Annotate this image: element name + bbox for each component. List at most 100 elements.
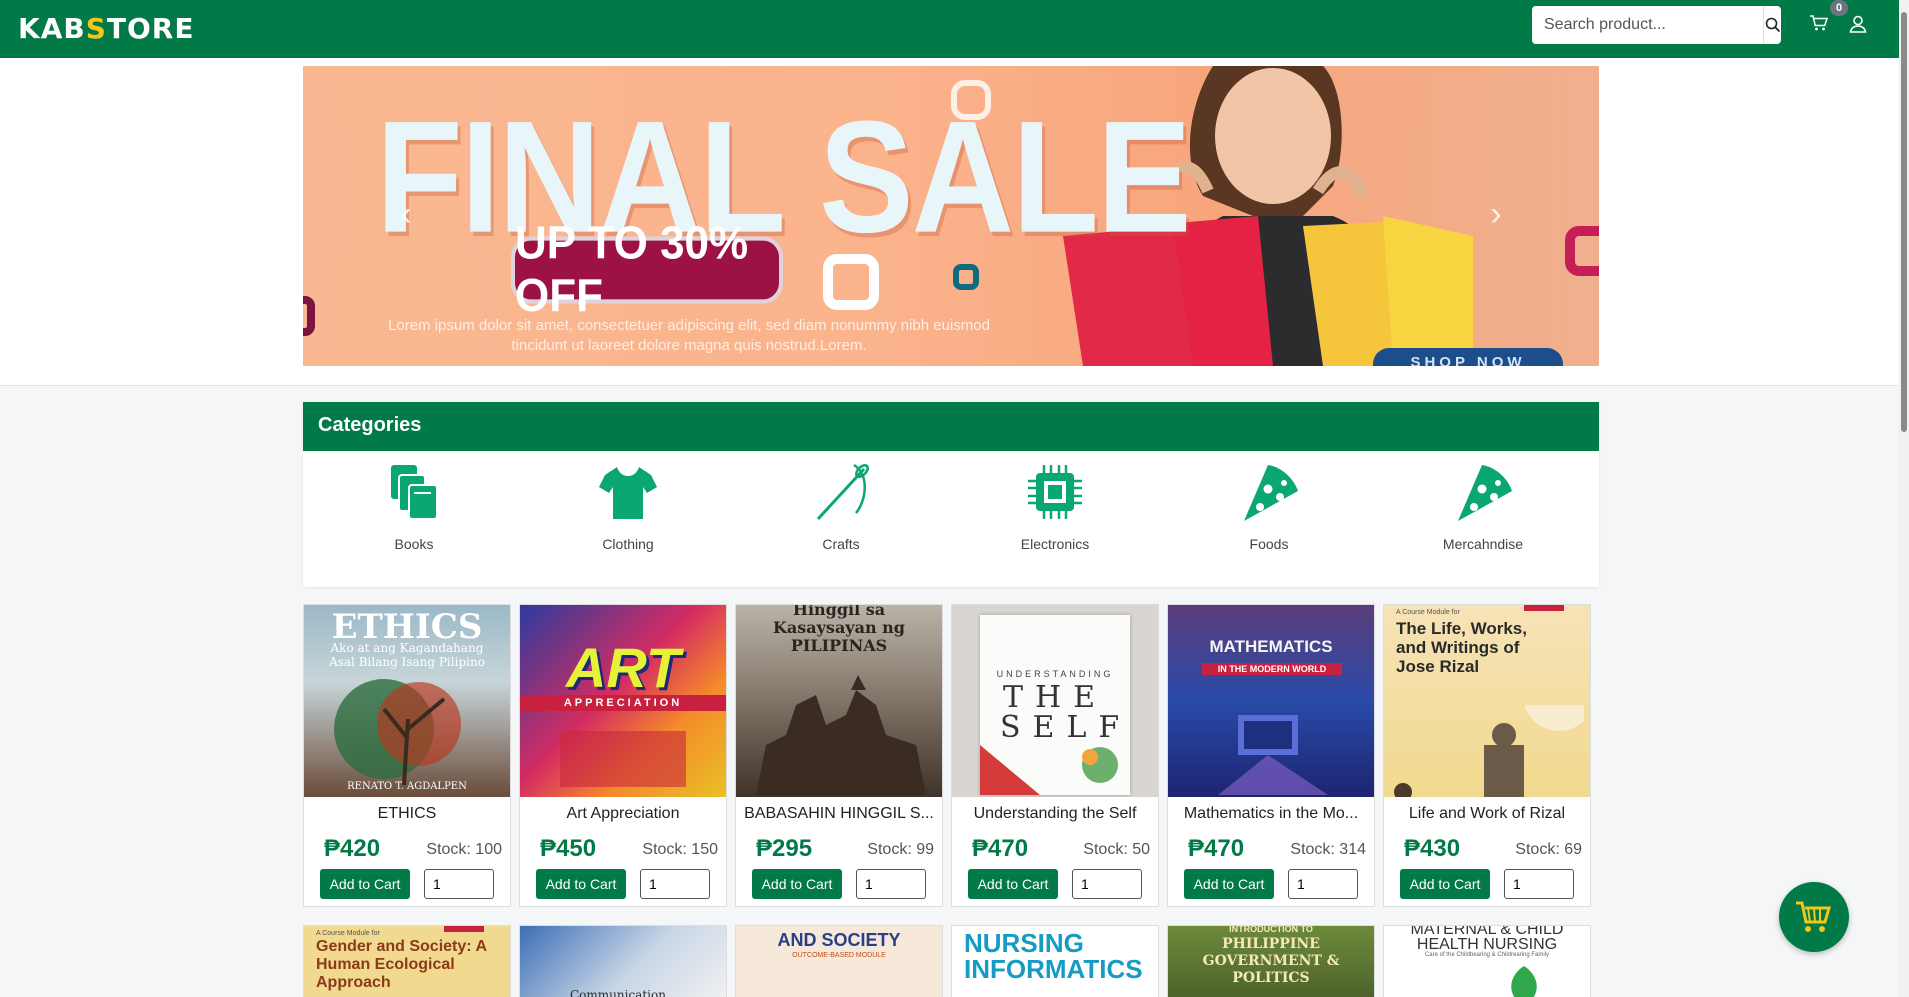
cover-art bbox=[756, 675, 926, 795]
product-cover-image[interactable]: Communication bbox=[520, 926, 726, 997]
category-clothing[interactable]: Clothing bbox=[558, 461, 698, 552]
chevron-left-icon: ‹ bbox=[400, 194, 412, 233]
product-card: MATERNAL & CHILD HEALTH NURSING Care of … bbox=[1383, 925, 1591, 997]
product-name[interactable]: BABASAHIN HINGGIL S... bbox=[740, 805, 938, 823]
cover-title: NURSING INFORMATICS bbox=[964, 928, 1143, 984]
quantity-input[interactable] bbox=[1504, 869, 1574, 899]
category-label: Crafts bbox=[822, 536, 860, 552]
add-to-cart-button[interactable]: Add to Cart bbox=[320, 869, 410, 899]
product-name[interactable]: Art Appreciation bbox=[524, 805, 722, 823]
categories-title: Categories bbox=[303, 402, 1599, 451]
page-scrollbar[interactable] bbox=[1899, 0, 1909, 997]
product-cover-image[interactable]: UNDERSTANDING THE SELF bbox=[952, 605, 1158, 797]
category-electronics[interactable]: Electronics bbox=[985, 461, 1125, 552]
product-price: ₱470 bbox=[972, 835, 1029, 862]
product-stock: Stock: 314 bbox=[1290, 841, 1366, 858]
cover-title: MATHEMATICS bbox=[1209, 637, 1333, 656]
product-cover-image[interactable]: Hinggil sa Kasaysayan ng PILIPINAS bbox=[736, 605, 942, 797]
product-cover-image[interactable]: INTRODUCTION TO PHILIPPINE GOVERNMENT & … bbox=[1168, 926, 1374, 997]
cover-subtitle: Care of the Childbearing & Childrearing … bbox=[1424, 952, 1550, 958]
product-cover-image[interactable]: NURSING INFORMATICS bbox=[952, 926, 1158, 997]
user-icon[interactable] bbox=[1847, 13, 1869, 35]
quantity-input[interactable] bbox=[424, 869, 494, 899]
carousel-prev-button[interactable]: ‹ bbox=[391, 194, 421, 234]
category-label: Foods bbox=[1249, 536, 1289, 552]
cover-author: RENATO T. AGDALPEN bbox=[347, 781, 467, 792]
promo-banner[interactable]: FINAL SALE UP TO 30% OFF Lorem ipsum dol… bbox=[303, 66, 1599, 366]
product-stock: Stock: 99 bbox=[867, 841, 934, 858]
category-label: Mercahndise bbox=[1442, 536, 1524, 552]
product-card: MATHEMATICS IN THE MODERN WORLD Mathemat… bbox=[1167, 604, 1375, 907]
banner-body-text: Lorem ipsum dolor sit amet, consectetuer… bbox=[388, 317, 990, 354]
quantity-input[interactable] bbox=[1072, 869, 1142, 899]
cover-art bbox=[980, 745, 1118, 795]
quantity-input[interactable] bbox=[640, 869, 710, 899]
cover-red-tab bbox=[1524, 605, 1564, 611]
scrollbar-thumb[interactable] bbox=[1901, 12, 1907, 432]
deco-square bbox=[303, 296, 315, 336]
product-card: A Course Module for The Life, Works, and… bbox=[1383, 604, 1591, 907]
search-bar bbox=[1532, 6, 1781, 44]
globe-icon bbox=[1394, 783, 1412, 797]
product-card: Hinggil sa Kasaysayan ng PILIPINAS BABAS… bbox=[735, 604, 943, 907]
banner-title: FINAL SALE bbox=[376, 88, 1192, 267]
shop-now-button[interactable]: SHOP NOW bbox=[1373, 348, 1563, 366]
cover-subtitle: A Course Module for bbox=[1396, 609, 1460, 616]
floating-cart-button[interactable] bbox=[1779, 882, 1849, 952]
cover-title: The Life, Works, and Writings of Jose Ri… bbox=[1396, 619, 1527, 676]
category-foods[interactable]: Foods bbox=[1199, 461, 1339, 552]
quantity-input[interactable] bbox=[1288, 869, 1358, 899]
cover-title: Gender and Society: A Human Ecological A… bbox=[316, 938, 487, 991]
chip-icon bbox=[1028, 465, 1082, 519]
product-cover-image[interactable]: A Course Module for Gender and Society: … bbox=[304, 926, 510, 997]
product-cover-image[interactable]: A Course Module for The Life, Works, and… bbox=[1384, 605, 1590, 797]
product-card: NURSING INFORMATICS bbox=[951, 925, 1159, 997]
carousel-next-button[interactable]: › bbox=[1481, 194, 1511, 234]
pizza-icon bbox=[1458, 465, 1512, 521]
categories-list: Books Clothing Crafts Electronics Foods … bbox=[303, 451, 1599, 587]
product-name[interactable]: ETHICS bbox=[308, 805, 506, 823]
cover-subtitle: APPRECIATION bbox=[520, 695, 726, 711]
product-name[interactable]: Understanding the Self bbox=[956, 805, 1154, 823]
cover-subtitle: IN THE MODERN WORLD bbox=[1202, 663, 1342, 675]
books-icon bbox=[391, 465, 438, 520]
product-price: ₱295 bbox=[756, 835, 813, 862]
add-to-cart-button[interactable]: Add to Cart bbox=[968, 869, 1058, 899]
search-input[interactable] bbox=[1532, 6, 1763, 44]
cover-title: ART bbox=[565, 636, 681, 699]
product-cover-image[interactable]: MATHEMATICS IN THE MODERN WORLD bbox=[1168, 605, 1374, 797]
product-cover-image[interactable]: AND SOCIETY OUTCOME-BASED MODULE bbox=[736, 926, 942, 997]
cover-title: AND SOCIETY bbox=[777, 930, 901, 950]
cover-title: Communication bbox=[570, 988, 666, 997]
logo[interactable]: KABSTORE bbox=[18, 12, 194, 45]
cart-icon[interactable] bbox=[1808, 12, 1830, 34]
needle-icon bbox=[816, 463, 869, 521]
cover-title: MATERNAL & CHILD HEALTH NURSING bbox=[1410, 926, 1564, 953]
category-merchandise[interactable]: Mercahndise bbox=[1413, 461, 1553, 552]
search-button[interactable] bbox=[1763, 6, 1781, 44]
quantity-input[interactable] bbox=[856, 869, 926, 899]
category-crafts[interactable]: Crafts bbox=[771, 461, 911, 552]
product-price: ₱420 bbox=[324, 835, 381, 862]
add-to-cart-button[interactable]: Add to Cart bbox=[1400, 869, 1490, 899]
add-to-cart-button[interactable]: Add to Cart bbox=[536, 869, 626, 899]
navbar: KABSTORE 0 bbox=[0, 0, 1899, 58]
product-cover-image[interactable]: MATERNAL & CHILD HEALTH NURSING Care of … bbox=[1384, 926, 1590, 997]
add-to-cart-button[interactable]: Add to Cart bbox=[752, 869, 842, 899]
cover-title: PHILIPPINE GOVERNMENT & POLITICS bbox=[1202, 936, 1340, 986]
product-stock: Stock: 150 bbox=[642, 841, 718, 858]
cart-icon bbox=[1796, 901, 1831, 932]
product-name[interactable]: Life and Work of Rizal bbox=[1388, 805, 1586, 823]
cover-subtitle: OUTCOME-BASED MODULE bbox=[792, 952, 886, 959]
product-cover-image[interactable]: ETHICS Ako at ang Kagandahang Asal Bilan… bbox=[304, 605, 510, 797]
category-label: Electronics bbox=[1020, 536, 1090, 552]
product-card: A Course Module for Gender and Society: … bbox=[303, 925, 511, 997]
product-cover-image[interactable]: ART APPRECIATION bbox=[520, 605, 726, 797]
add-to-cart-button[interactable]: Add to Cart bbox=[1184, 869, 1274, 899]
product-card: ART APPRECIATION Art Appreciation ₱450 S… bbox=[519, 604, 727, 907]
category-books[interactable]: Books bbox=[344, 461, 484, 552]
banner-discount-pill: UP TO 30% OFF bbox=[511, 218, 783, 321]
product-name[interactable]: Mathematics in the Mo... bbox=[1172, 805, 1370, 823]
tshirt-icon bbox=[599, 467, 657, 519]
category-label: Books bbox=[394, 536, 434, 552]
